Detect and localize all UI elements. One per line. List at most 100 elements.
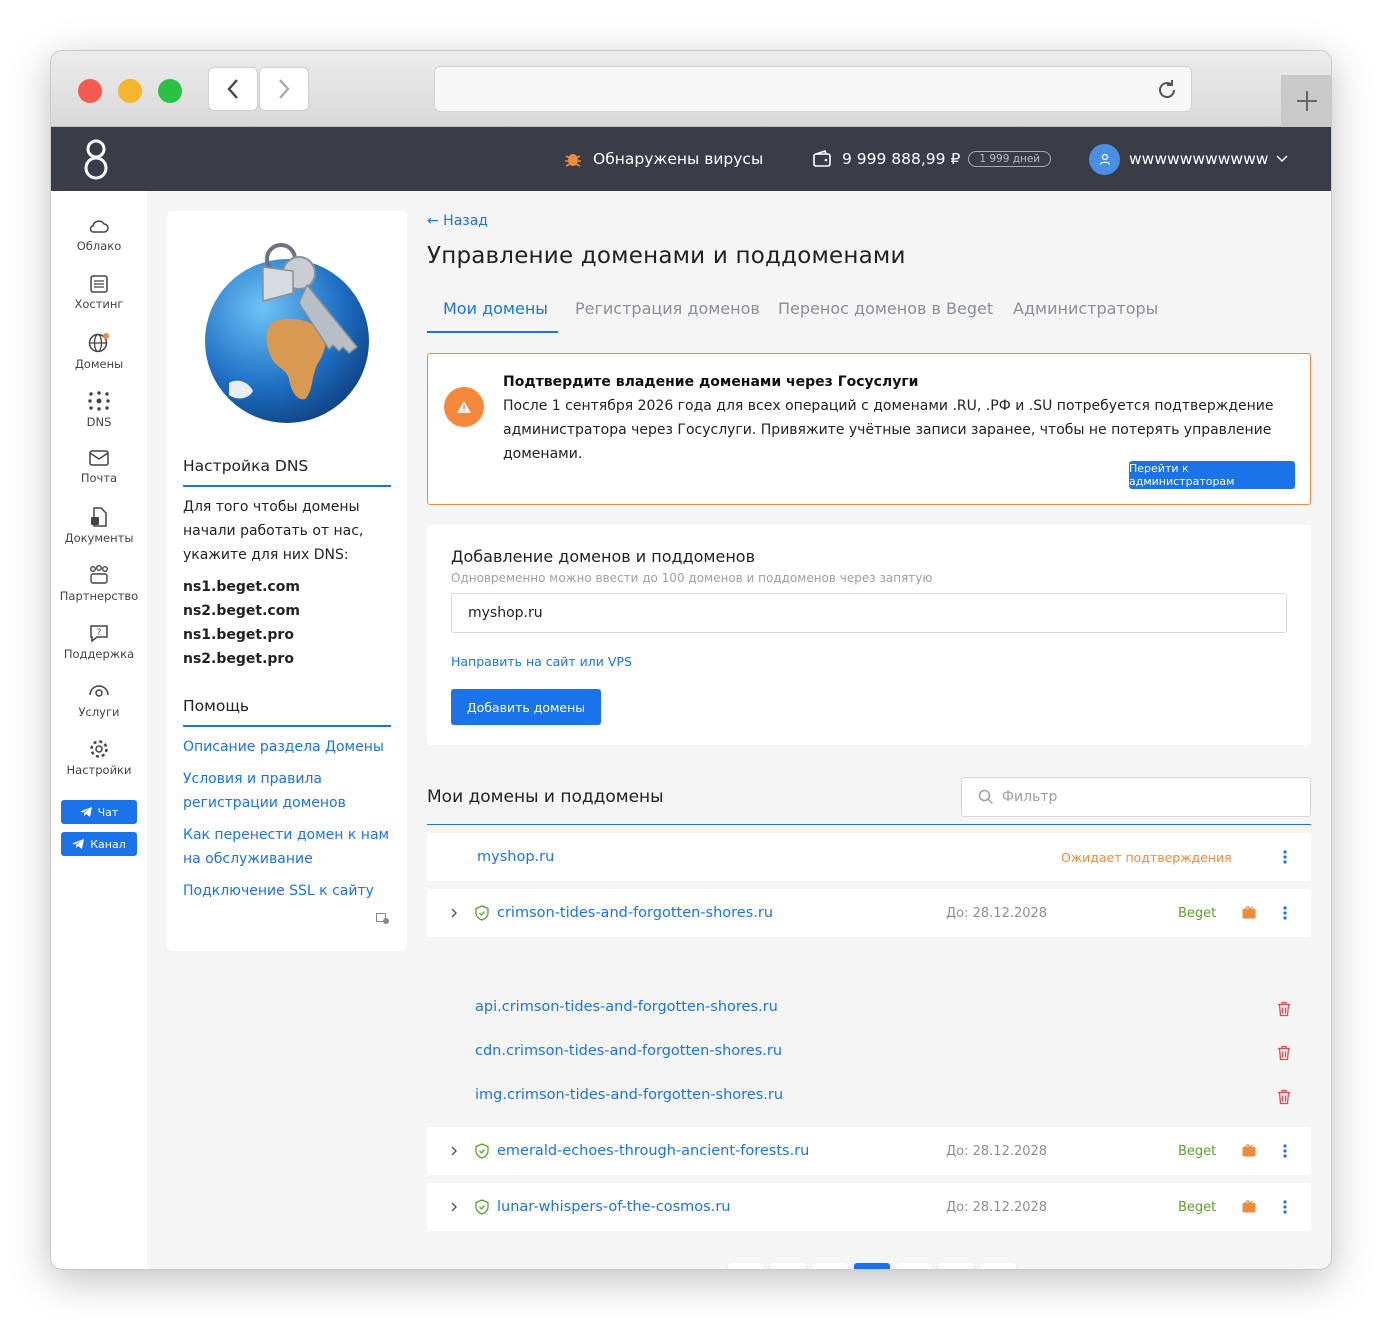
maximize-window-button[interactable] bbox=[158, 79, 182, 103]
filter-input[interactable]: Фильтр bbox=[961, 777, 1311, 817]
globe-icon bbox=[88, 333, 109, 353]
help-link[interactable]: Как перенести домен к нам bbox=[183, 823, 389, 847]
subdomain-link[interactable]: cdn.crimson-tides-and-forgotten-shores.r… bbox=[475, 1043, 782, 1059]
panel-settings-icon[interactable] bbox=[376, 913, 390, 925]
page-button[interactable]: 2 bbox=[812, 1263, 848, 1269]
divider bbox=[183, 725, 391, 727]
ssl-shield-icon bbox=[475, 905, 489, 921]
go-to-admins-button[interactable]: Перейти к администраторам bbox=[1129, 461, 1295, 489]
browser-chrome bbox=[51, 51, 1331, 127]
sidebar-item-hosting[interactable]: Хостинг bbox=[51, 275, 147, 311]
sidebar-item-dns[interactable]: DNS bbox=[51, 391, 147, 429]
beget-logo-icon[interactable] bbox=[83, 137, 109, 181]
active-tab-indicator bbox=[427, 331, 558, 333]
partners-icon bbox=[90, 565, 108, 584]
avatar bbox=[1089, 143, 1120, 175]
address-bar[interactable] bbox=[434, 66, 1192, 112]
back-link[interactable]: ← Назад bbox=[427, 213, 488, 229]
chevron-right-icon[interactable] bbox=[450, 908, 458, 918]
user-icon bbox=[1099, 153, 1110, 165]
domain-row[interactable]: emerald-echoes-through-ancient-forests.r… bbox=[427, 1127, 1311, 1175]
more-menu-icon[interactable] bbox=[1277, 1183, 1293, 1231]
sidebar-item-partners[interactable]: Партнерство bbox=[51, 565, 147, 603]
search-icon bbox=[978, 789, 994, 805]
add-domains-hint: Одновременно можно ввести до 100 доменов… bbox=[451, 571, 933, 585]
sidebar-item-documents[interactable]: Документы bbox=[51, 507, 147, 545]
add-domains-button[interactable]: Добавить домены bbox=[451, 689, 601, 725]
hosting-box-icon[interactable] bbox=[1242, 1200, 1256, 1213]
subdomain-link[interactable]: img.crimson-tides-and-forgotten-shores.r… bbox=[475, 1087, 783, 1103]
domain-row[interactable]: lunar-whispers-of-the-cosmos.ru До: 28.1… bbox=[427, 1183, 1311, 1231]
sidebar-item-support[interactable]: ? Поддержка bbox=[51, 623, 147, 661]
more-menu-icon[interactable] bbox=[1277, 889, 1293, 937]
page-button[interactable]: 5 bbox=[938, 1263, 974, 1269]
more-menu-icon[interactable] bbox=[1277, 833, 1293, 881]
channel-button[interactable]: Канал bbox=[61, 832, 137, 856]
hosting-box-icon[interactable] bbox=[1242, 906, 1256, 919]
dns-icon bbox=[88, 391, 110, 411]
alert-title: Подтвердите владение доменами через Госу… bbox=[503, 374, 919, 390]
tab-registration[interactable]: Регистрация доменов bbox=[575, 299, 760, 318]
dns-instructions: укажите для них DNS: bbox=[183, 547, 349, 563]
expiry-date: До: 28.12.2028 bbox=[946, 1199, 1048, 1215]
trash-icon[interactable] bbox=[1277, 1001, 1291, 1017]
next-page-button[interactable]: › bbox=[980, 1263, 1016, 1269]
domain-name[interactable]: myshop.ru bbox=[477, 833, 554, 881]
sidebar-item-settings[interactable]: Настройки bbox=[51, 739, 147, 777]
sidebar-item-mail[interactable]: Почта bbox=[51, 449, 147, 485]
help-link[interactable]: Подключение SSL к сайту bbox=[183, 879, 374, 903]
divider bbox=[183, 485, 391, 487]
reload-icon[interactable] bbox=[1155, 78, 1179, 102]
back-nav-button[interactable] bbox=[208, 67, 258, 111]
domain-row-pending[interactable]: myshop.ru Ожидает подтверждения bbox=[427, 833, 1311, 881]
warning-icon bbox=[444, 387, 484, 427]
list-divider bbox=[427, 824, 1311, 825]
page-button[interactable]: 1 bbox=[770, 1263, 806, 1269]
virus-alert[interactable]: Обнаружены вирусы bbox=[563, 127, 763, 191]
dns-settings-title: Настройка DNS bbox=[183, 457, 309, 475]
virus-alert-text: Обнаружены вирусы bbox=[593, 150, 764, 168]
help-link[interactable]: на обслуживание bbox=[183, 847, 313, 871]
sidebar-item-services[interactable]: Услуги bbox=[51, 681, 147, 719]
page-button-current[interactable]: 3 bbox=[854, 1263, 890, 1269]
trash-icon[interactable] bbox=[1277, 1045, 1291, 1061]
alert-text: После 1 сентября 2026 года для всех опер… bbox=[503, 398, 1274, 462]
sidebar-item-label: Хостинг bbox=[74, 297, 124, 311]
domain-name[interactable]: lunar-whispers-of-the-cosmos.ru bbox=[497, 1183, 731, 1231]
tab-admins[interactable]: Администраторы bbox=[1013, 299, 1158, 318]
tab-my-domains[interactable]: Мои домены bbox=[443, 299, 548, 318]
domain-name[interactable]: emerald-echoes-through-ancient-forests.r… bbox=[497, 1127, 809, 1175]
prev-page-button[interactable]: ‹ bbox=[728, 1263, 764, 1269]
balance[interactable]: 9 999 888,99 ₽ 1 999 дней bbox=[812, 127, 1052, 191]
user-menu[interactable]: wwwwwwwwwww bbox=[1089, 127, 1288, 191]
help-link[interactable]: Описание раздела Домены bbox=[183, 735, 384, 759]
hosting-box-icon[interactable] bbox=[1242, 1144, 1256, 1157]
ns-server: ns2.beget.com bbox=[183, 603, 300, 619]
domain-row[interactable]: crimson-tides-and-forgotten-shores.ru До… bbox=[427, 889, 1311, 937]
sidebar-item-label: Домены bbox=[74, 357, 124, 371]
tab-transfer[interactable]: Перенос доменов в Beget bbox=[778, 299, 993, 318]
filter-placeholder: Фильтр bbox=[1002, 789, 1058, 805]
redirect-link[interactable]: Направить на сайт или VPS bbox=[451, 654, 632, 669]
ns-server: ns1.beget.pro bbox=[183, 627, 294, 643]
new-tab-button[interactable] bbox=[1281, 75, 1331, 127]
minimize-window-button[interactable] bbox=[118, 79, 142, 103]
domains-input[interactable]: myshop.ru bbox=[451, 593, 1287, 633]
page-button[interactable]: 4 bbox=[896, 1263, 932, 1269]
domain-name[interactable]: crimson-tides-and-forgotten-shores.ru bbox=[497, 889, 773, 937]
sidebar-item-cloud[interactable]: Облако bbox=[51, 217, 147, 253]
chat-button[interactable]: Чат bbox=[61, 800, 137, 824]
chevron-right-icon[interactable] bbox=[450, 1202, 458, 1212]
more-menu-icon[interactable] bbox=[1277, 1127, 1293, 1175]
chevron-right-icon[interactable] bbox=[450, 1146, 458, 1156]
trash-icon[interactable] bbox=[1277, 1089, 1291, 1105]
help-link[interactable]: Условия и правила bbox=[183, 767, 322, 791]
close-window-button[interactable] bbox=[78, 79, 102, 103]
gear-icon bbox=[90, 740, 108, 758]
subdomain-link[interactable]: api.crimson-tides-and-forgotten-shores.r… bbox=[475, 999, 778, 1015]
forward-nav-button[interactable] bbox=[259, 67, 309, 111]
username: wwwwwwwwwww bbox=[1129, 150, 1269, 168]
sidebar-item-domains[interactable]: Домены bbox=[51, 333, 147, 371]
gosuslugi-alert: Подтвердите владение доменами через Госу… bbox=[427, 353, 1311, 505]
help-link[interactable]: регистрации доменов bbox=[183, 791, 346, 815]
